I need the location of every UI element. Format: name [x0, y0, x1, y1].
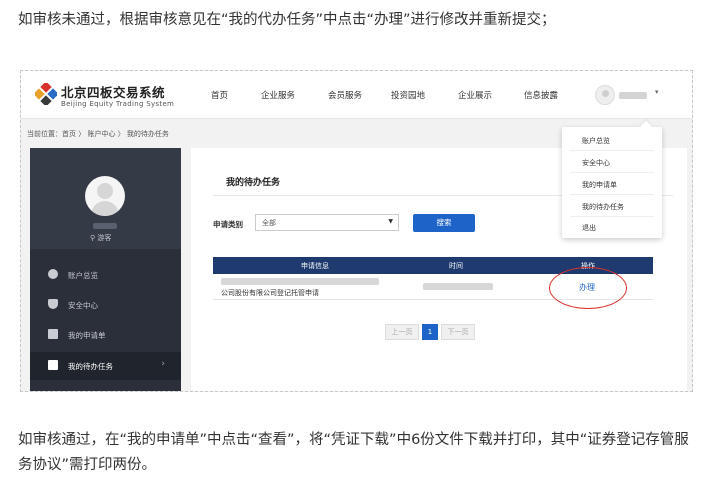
logo-title[interactable]: 北京四板交易系统: [61, 82, 165, 101]
profile-panel: ⚲ 游客: [30, 148, 181, 249]
document-icon: [48, 329, 58, 339]
profile-name-blurred: [93, 223, 117, 229]
col-header-info: 申请信息: [301, 262, 329, 270]
menu-item-logout[interactable]: 退出: [570, 216, 654, 238]
user-avatar[interactable]: [595, 85, 615, 105]
nav-disclosure[interactable]: 信息披露: [524, 89, 558, 101]
username-blurred[interactable]: [619, 92, 647, 99]
applicant-blurred: [221, 278, 379, 285]
application-name: 公司股份有限公司登记托管申请: [221, 289, 319, 297]
sidebar-item-todo[interactable]: 我的待办任务 ›: [30, 352, 181, 380]
page-title: 我的待办任务: [226, 178, 281, 188]
instruction-text-bottom: 如审核通过，在“我的申请单”中点击“查看”，将“凭证下载”中6份文件下载并打印，…: [18, 432, 689, 473]
site-header: 北京四板交易系统 Beijing Equity Trading System 首…: [21, 71, 692, 119]
logo-subtitle: Beijing Equity Trading System: [61, 100, 175, 108]
task-icon: [48, 360, 58, 370]
sidebar-item-applications[interactable]: 我的申请单: [30, 321, 181, 349]
profile-avatar: [85, 176, 125, 216]
sidebar-item-account[interactable]: 账户总览: [30, 261, 181, 289]
logo-icon: [35, 83, 57, 105]
search-button[interactable]: 搜索: [413, 214, 475, 232]
menu-item-security[interactable]: 安全中心: [570, 151, 654, 173]
category-select[interactable]: 全部 ▼: [255, 214, 399, 231]
breadcrumb: 当前位置：首页 〉 账户中心 〉 我的待办任务: [27, 130, 169, 138]
todo-table: 申请信息 时间 操作 公司股份有限公司登记托管申请 办理: [213, 257, 653, 309]
profile-role: ⚲ 游客: [90, 234, 112, 242]
table-row: 公司股份有限公司登记托管申请 办理: [213, 267, 653, 309]
time-blurred: [423, 283, 493, 290]
pager-prev-button[interactable]: 上一页: [385, 324, 419, 340]
sidebar-item-security[interactable]: 安全中心: [30, 291, 181, 319]
col-header-time: 时间: [449, 262, 463, 270]
sidebar: ⚲ 游客 账户总览 安全中心 我的申请单 我的待办任务 ›: [30, 148, 181, 391]
nav-investment[interactable]: 投资园地: [391, 89, 425, 101]
nav-enterprise-service[interactable]: 企业服务: [261, 89, 295, 101]
menu-item-todo[interactable]: 我的待办任务: [570, 195, 654, 217]
chevron-right-icon: ›: [161, 359, 165, 369]
nav-enterprise-showcase[interactable]: 企业展示: [458, 89, 492, 101]
pager-page-1[interactable]: 1: [422, 324, 438, 340]
user-dropdown-menu: 账户总览 安全中心 我的申请单 我的待办任务 退出: [562, 127, 662, 238]
account-icon: [48, 269, 58, 279]
nav-member-service[interactable]: 会员服务: [328, 89, 362, 101]
instruction-text-top: 如审核未通过，根据审核意见在“我的代办任务”中点击“办理”进行修改并重新提交；: [18, 12, 556, 28]
handle-link[interactable]: 办理: [579, 282, 595, 293]
nav-home[interactable]: 首页: [211, 89, 228, 101]
menu-item-account[interactable]: 账户总览: [570, 129, 654, 151]
pager-next-button[interactable]: 下一页: [441, 324, 475, 340]
website-screenshot: 北京四板交易系统 Beijing Equity Trading System 首…: [20, 70, 693, 392]
filter-label: 申请类别: [213, 220, 243, 229]
caret-down-icon: ▼: [388, 218, 393, 225]
chevron-down-icon[interactable]: ▾: [655, 88, 659, 96]
shield-icon: [48, 299, 58, 309]
menu-item-applications[interactable]: 我的申请单: [570, 173, 654, 195]
